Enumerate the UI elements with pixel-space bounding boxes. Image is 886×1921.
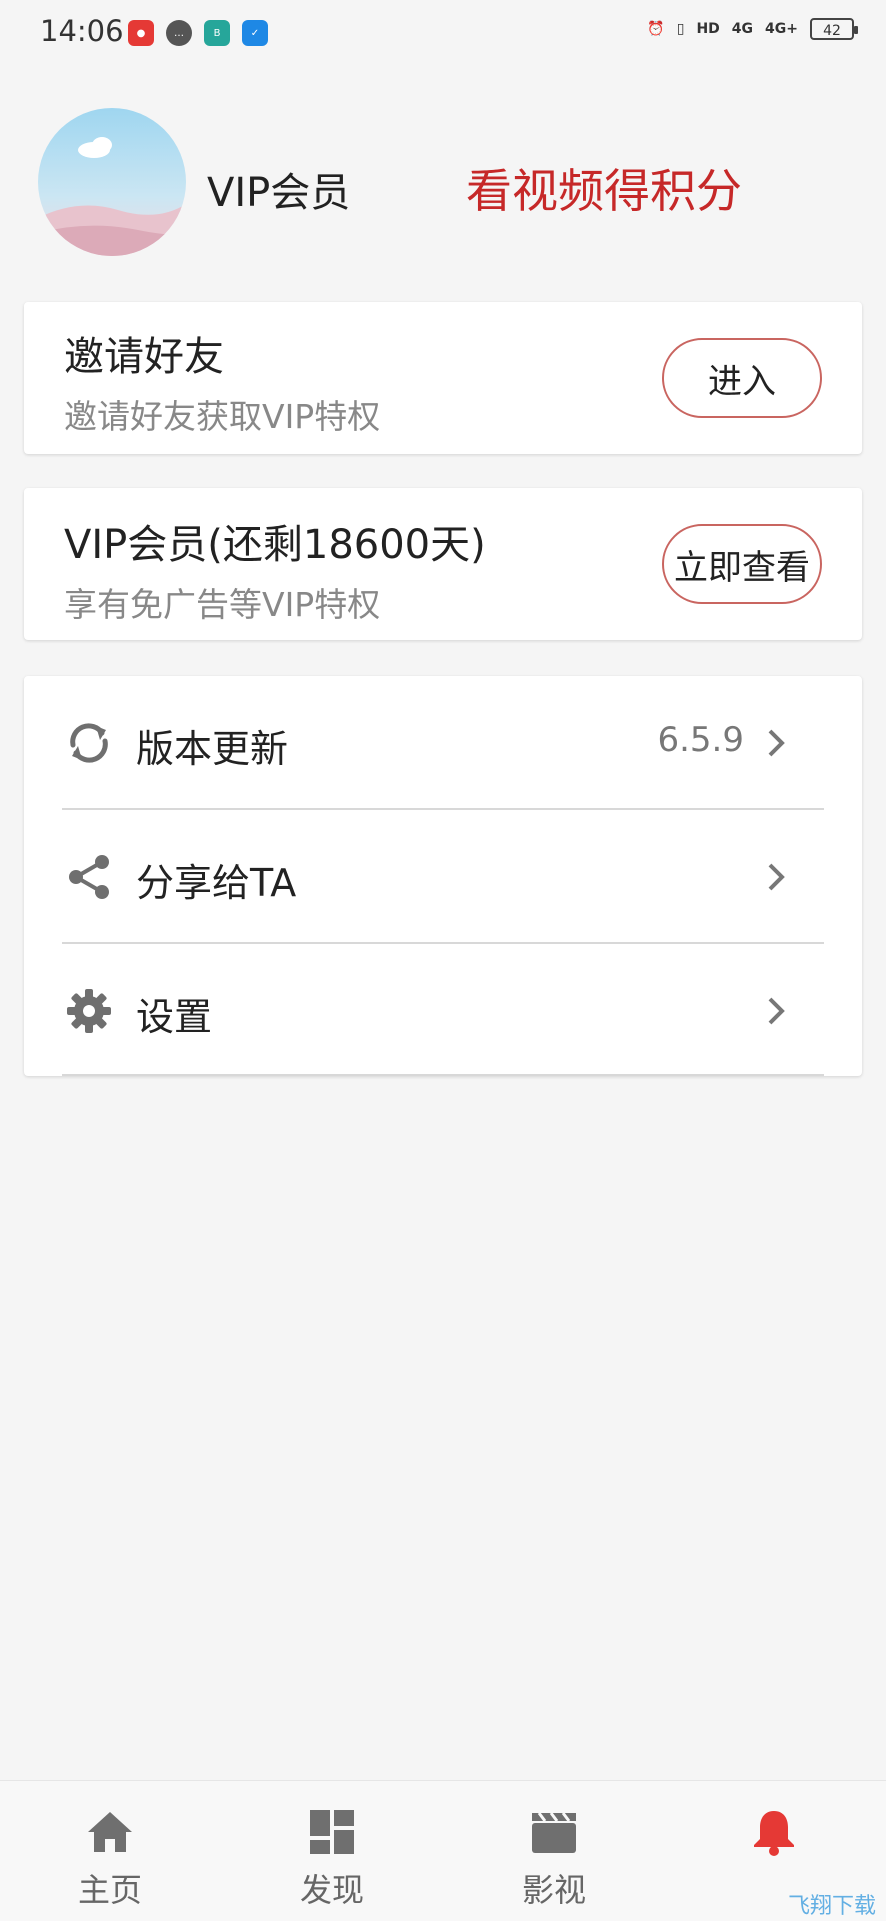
status-time: 14:06 [40,14,124,48]
clapperboard-icon [532,1812,576,1853]
menu-item-share[interactable]: 分享给TA [24,810,862,943]
vip-card: VIP会员(还剩18600天) 享有免广告等VIP特权 立即查看 [24,488,862,640]
invite-title: 邀请好友 [64,334,224,380]
menu-label-version-update: 版本更新 [136,727,289,771]
vip-title: VIP会员(还剩18600天) [64,522,486,568]
menu-label-settings: 设置 [136,995,213,1039]
status-bar: 14:06 ● … B ✓ ⏰ ▯ HD 4G 4G+ 42 [0,0,886,70]
signal-4g-indicator: 4G [731,21,754,37]
watermark: 飞翔下载 [787,1894,876,1919]
invite-card: 邀请好友 邀请好友获取VIP特权 进入 [24,302,862,454]
status-app-icons: ● … B ✓ [128,20,268,46]
version-value: 6.5.9 [657,720,744,760]
profile-header: VIP会员 看视频得积分 [0,100,886,270]
divider [62,1074,824,1076]
nav-label-movies: 影视 [521,1871,586,1909]
feather-app-icon: ✓ [242,20,268,46]
bell-icon [754,1811,794,1856]
battery-icon: 42 [810,18,858,40]
nav-label-home: 主页 [77,1871,142,1909]
invite-subtitle: 邀请好友获取VIP特权 [64,397,381,436]
nav-home[interactable]: 主页 [40,1781,180,1921]
home-icon [88,1812,132,1852]
chevron-right-icon [768,729,785,757]
nav-label-discover: 发现 [299,1871,364,1909]
profile-name: VIP会员 [207,170,351,216]
view-now-button[interactable]: 立即查看 [662,524,822,604]
signal-4g-plus-indicator: 4G+ [765,21,798,37]
earn-points-link[interactable]: 看视频得积分 [466,155,742,221]
menu-label-share: 分享给TA [136,861,297,905]
vip-subtitle: 享有免广告等VIP特权 [64,585,381,624]
avatar[interactable] [38,108,186,256]
enter-button[interactable]: 进入 [662,338,822,418]
menu-item-settings[interactable]: 设置 [24,944,862,1077]
hd-indicator: HD [696,21,720,37]
boss-zhipin-icon: B [204,20,230,46]
status-indicators: ⏰ ▯ HD 4G 4G+ 42 [647,18,858,40]
gear-icon [67,989,111,1033]
menu-item-version-update[interactable]: 版本更新 6.5.9 [24,676,862,809]
bottom-nav: 主页 发现 影视 [0,1780,886,1921]
chevron-right-icon [768,997,785,1025]
refresh-icon [70,723,108,763]
share-icon [69,855,109,899]
nav-discover[interactable]: 发现 [262,1781,402,1921]
chevron-right-icon [768,863,785,891]
alarm-icon: ⏰ [647,21,665,37]
dashboard-icon [310,1810,354,1854]
menu-card: 版本更新 6.5.9 分享给TA 设置 [24,676,862,1076]
nav-movies[interactable]: 影视 [484,1781,624,1921]
message-bubble-icon: … [166,20,192,46]
netease-music-icon: ● [128,20,154,46]
vibrate-icon: ▯ [676,21,685,37]
